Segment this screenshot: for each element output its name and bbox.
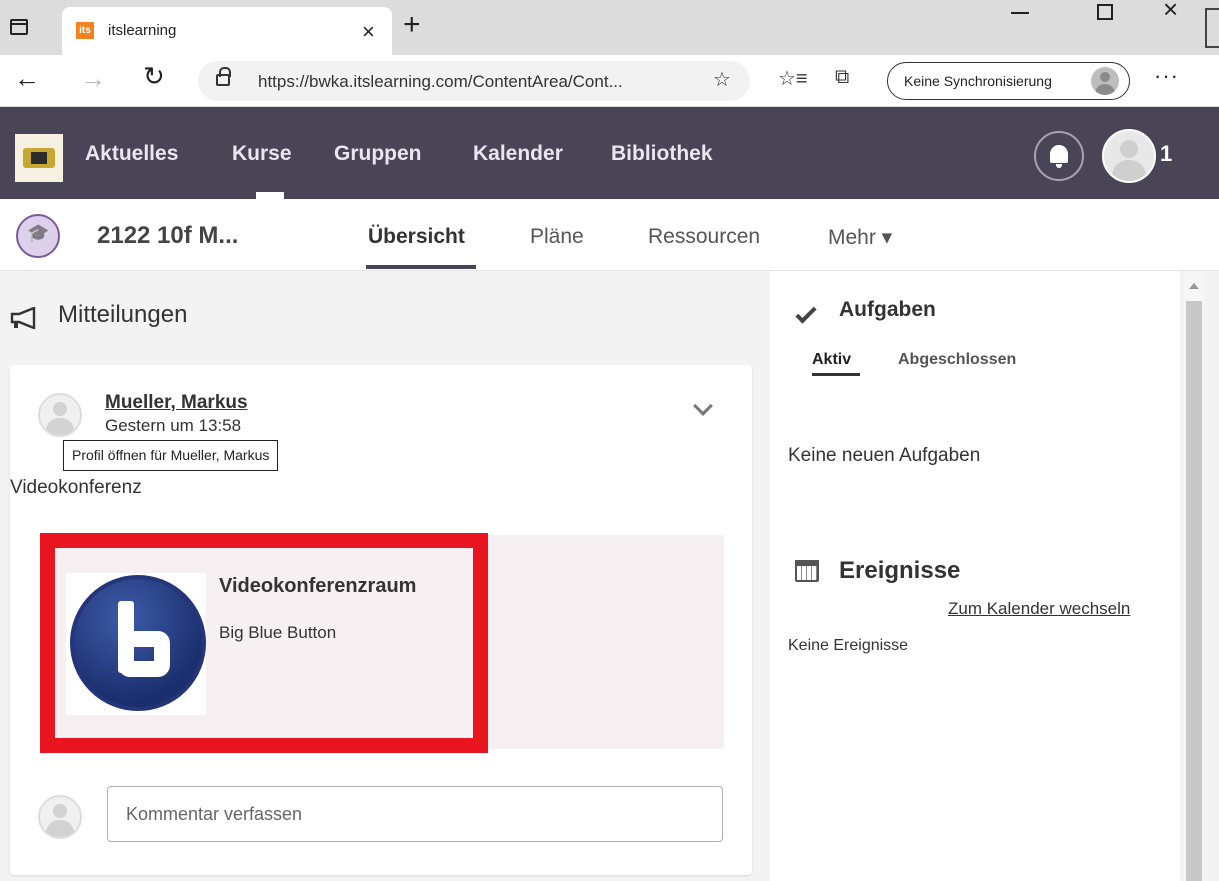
comment-input[interactable] — [107, 786, 723, 842]
new-tab-plus-icon[interactable]: + — [403, 10, 421, 40]
announcement-post: Mueller, Markus Gestern um 13:58 Profil … — [10, 365, 752, 875]
megaphone-icon — [10, 307, 36, 329]
tab-plaene[interactable]: Pläne — [530, 225, 584, 249]
browser-address-bar: ← → ↻ https://bwka.itslearning.com/Conte… — [0, 55, 1219, 107]
bbb-logo-icon — [70, 575, 206, 711]
close-tab-icon[interactable]: × — [362, 19, 375, 45]
post-body-text: Videokonferenz — [10, 477, 142, 498]
calendar-link[interactable]: Zum Kalender wechseln — [948, 599, 1130, 619]
tab-active-underline — [366, 265, 476, 269]
checkmark-icon — [795, 302, 817, 324]
commenter-avatar — [38, 795, 82, 839]
nav-item-kurse[interactable]: Kurse — [232, 142, 292, 166]
nav-item-kalender[interactable]: Kalender — [473, 142, 563, 166]
bell-icon — [1050, 145, 1068, 168]
nav-item-gruppen[interactable]: Gruppen — [334, 142, 422, 166]
course-header: 2122 10f M... Übersicht Pläne Ressourcen… — [0, 199, 1219, 271]
tasks-title: Aufgaben — [839, 298, 936, 321]
profile-avatar-icon — [1091, 67, 1119, 95]
no-tasks-text: Keine neuen Aufgaben — [788, 445, 981, 466]
chevron-down-icon[interactable] — [693, 396, 713, 416]
calendar-icon — [795, 560, 819, 582]
profile-tooltip: Profil öffnen für Mueller, Markus — [63, 440, 279, 471]
announcements-title: Mitteilungen — [58, 301, 188, 328]
nav-item-bibliothek[interactable]: Bibliothek — [611, 142, 713, 166]
profile-sync-button[interactable]: Keine Synchronisierung — [887, 62, 1130, 100]
window-edge — [1205, 8, 1219, 48]
url-field[interactable]: https://bwka.itslearning.com/ContentArea… — [198, 61, 750, 101]
scrollbar-thumb[interactable] — [1186, 301, 1202, 881]
school-logo[interactable] — [15, 134, 63, 182]
no-events-text: Keine Ereignisse — [788, 637, 909, 654]
link-card-subtitle: Big Blue Button — [219, 623, 337, 642]
course-title[interactable]: 2122 10f M... — [97, 222, 238, 250]
itslearning-favicon-icon: its — [76, 22, 94, 39]
scroll-up-arrow-icon[interactable] — [1189, 283, 1199, 289]
minimize-window-icon[interactable] — [1011, 12, 1029, 14]
nav-active-indicator — [256, 192, 284, 199]
post-timestamp: Gestern um 13:58 — [105, 416, 242, 435]
tab-uebersicht[interactable]: Übersicht — [368, 225, 465, 249]
forward-arrow-icon[interactable]: → — [80, 63, 106, 94]
tab-sidebar-icon[interactable] — [10, 19, 28, 35]
task-tab-underline — [812, 373, 860, 376]
tab-mehr[interactable]: Mehr ▾ — [828, 225, 892, 250]
tab-abgeschlossen[interactable]: Abgeschlossen — [898, 351, 1016, 369]
graduation-cap-icon — [16, 214, 60, 258]
add-favorite-star-icon[interactable]: ☆ — [713, 67, 731, 92]
tab-ressourcen[interactable]: Ressourcen — [648, 225, 760, 249]
more-ellipsis-icon[interactable]: ··· — [1154, 63, 1179, 89]
user-avatar[interactable] — [1102, 129, 1156, 183]
notifications-button[interactable] — [1034, 131, 1084, 181]
browser-tab[interactable]: its itslearning × — [62, 7, 392, 55]
right-column: Aufgaben Aktiv Abgeschlossen Keine neuen… — [770, 271, 1180, 881]
notification-count: 1 — [1160, 141, 1173, 166]
collections-icon[interactable]: ⧉ — [835, 66, 849, 89]
big-blue-button-logo[interactable] — [66, 573, 206, 715]
browser-tab-bar: its itslearning × + × — [0, 0, 1219, 55]
page-scrollbar[interactable] — [1184, 271, 1204, 881]
tab-aktiv[interactable]: Aktiv — [812, 351, 851, 369]
back-arrow-icon[interactable]: ← — [14, 63, 40, 94]
maximize-window-icon[interactable] — [1097, 4, 1113, 20]
url-text[interactable]: https://bwka.itslearning.com/ContentArea… — [258, 72, 623, 92]
reload-icon[interactable]: ↻ — [143, 61, 165, 92]
app-top-nav: Aktuelles Kurse Gruppen Kalender Bibliot… — [0, 107, 1219, 199]
sync-label: Keine Synchronisierung — [904, 73, 1052, 89]
favorites-list-icon[interactable]: ☆≡ — [778, 66, 808, 91]
tab-title: itslearning — [108, 22, 177, 39]
author-avatar[interactable] — [38, 393, 82, 437]
post-author-link[interactable]: Mueller, Markus — [105, 392, 248, 414]
link-card-title[interactable]: Videokonferenzraum — [219, 575, 416, 598]
events-title: Ereignisse — [839, 557, 961, 584]
lock-icon[interactable] — [216, 67, 231, 86]
nav-item-aktuelles[interactable]: Aktuelles — [85, 142, 178, 166]
close-window-icon[interactable]: × — [1163, 0, 1178, 25]
main-content: Mitteilungen Mueller, Markus Gestern um … — [0, 271, 1219, 881]
